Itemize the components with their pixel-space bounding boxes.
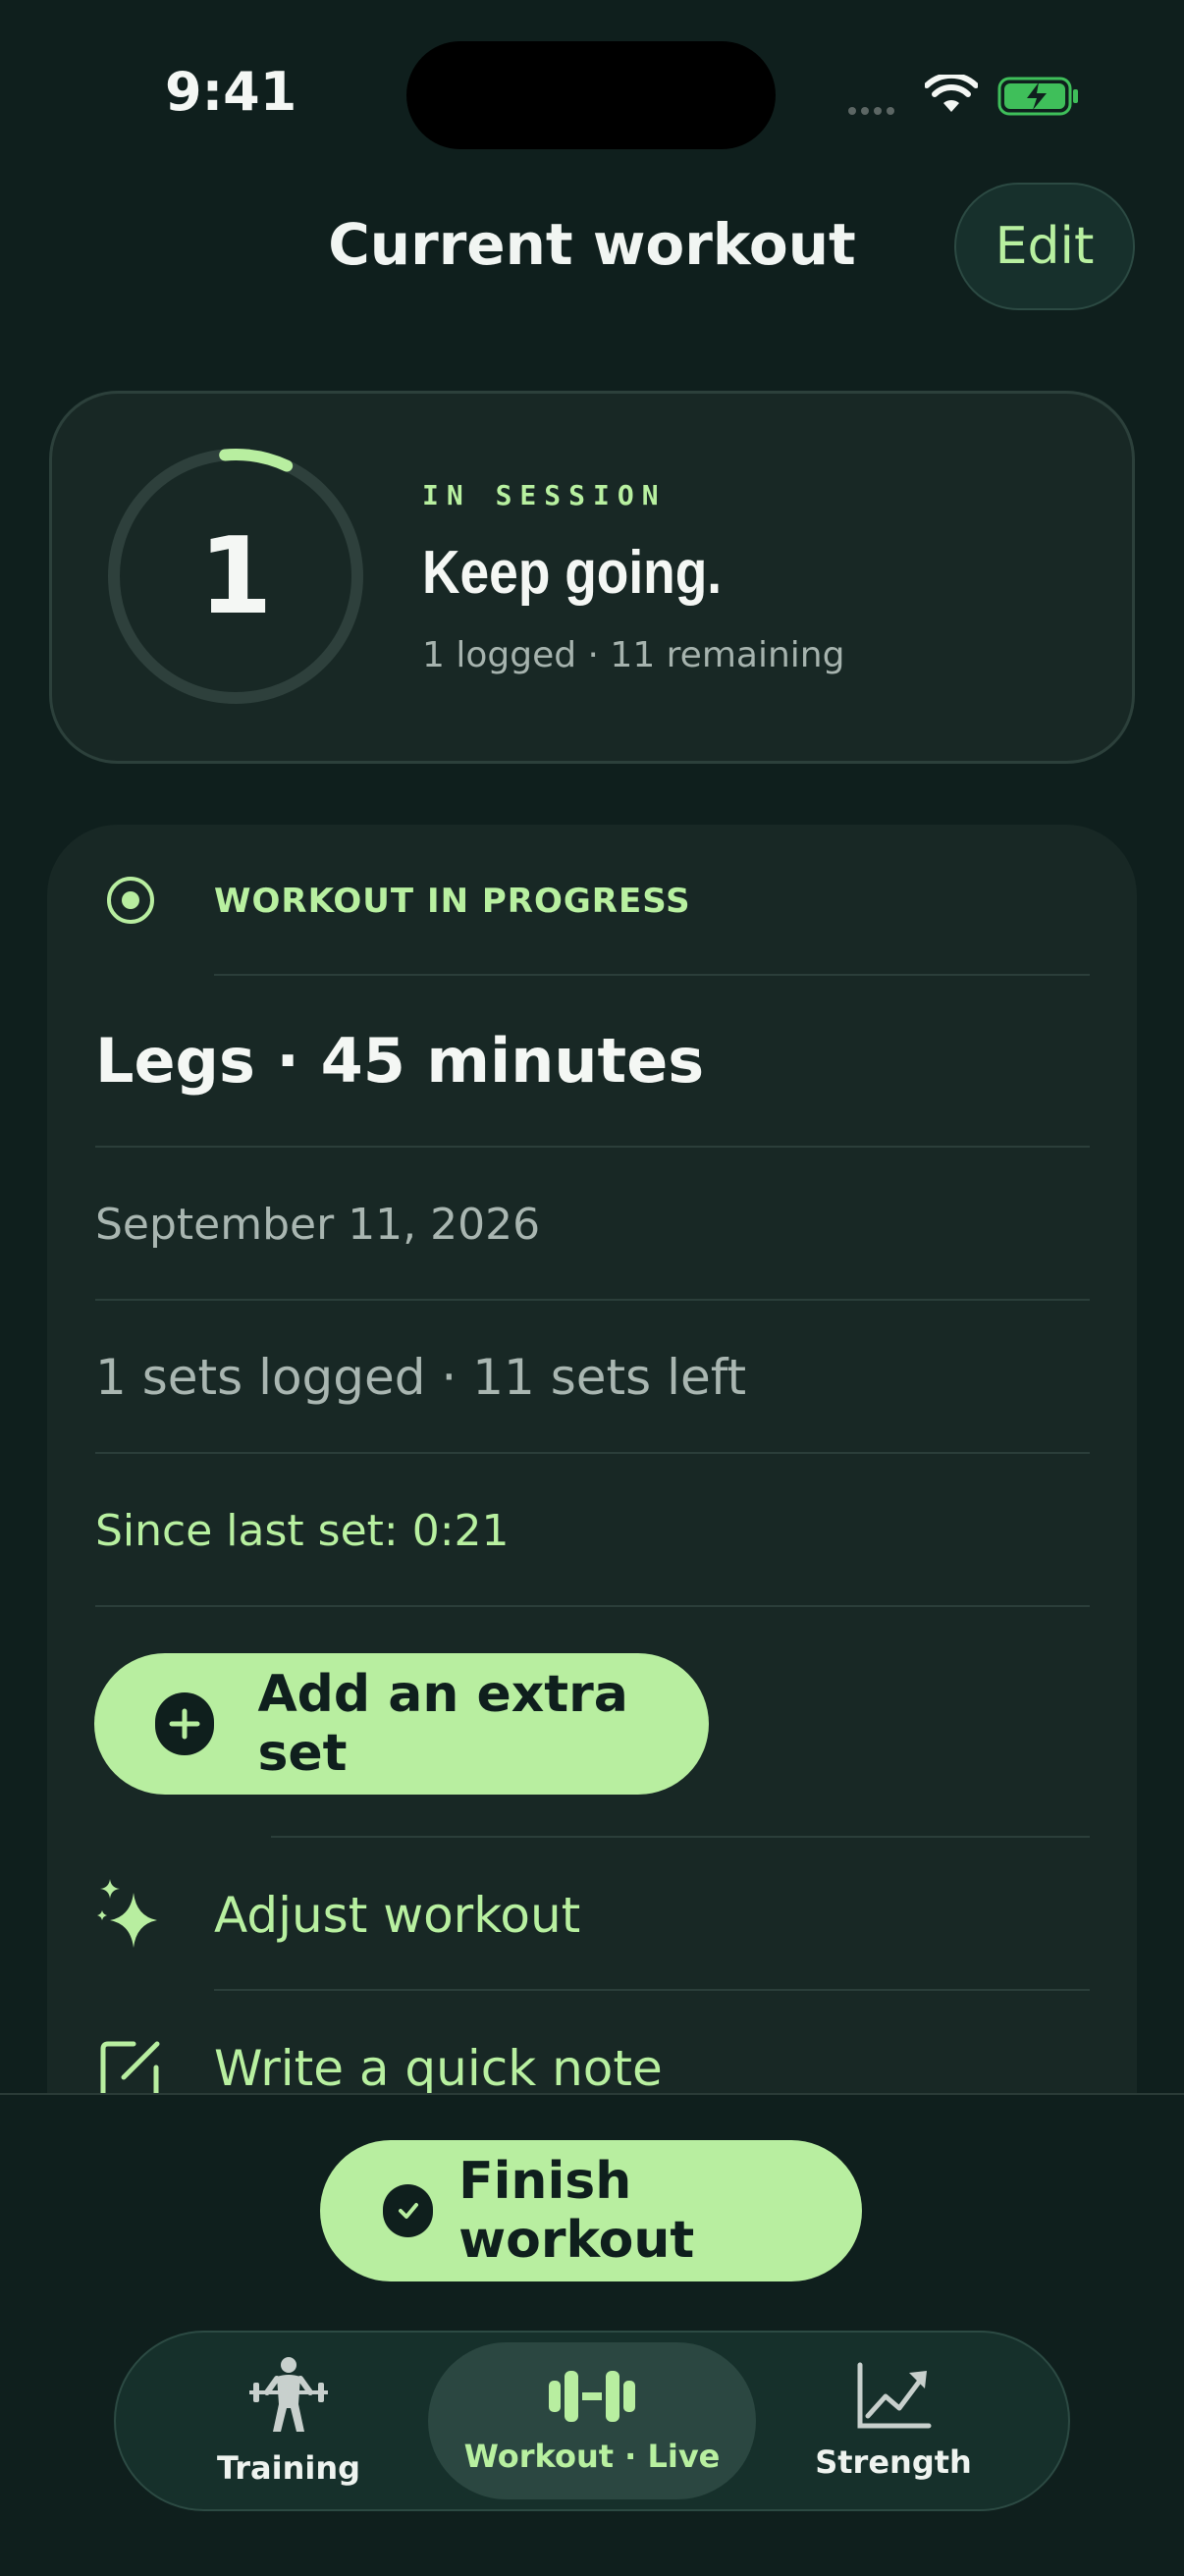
progress-count: 1 <box>198 514 273 638</box>
workout-status: WORKOUT IN PROGRESS <box>214 882 691 921</box>
session-headline: Keep going. <box>422 539 723 607</box>
workout-title: Legs · 45 minutes <box>95 1025 705 1097</box>
sparkle-icon[interactable] <box>96 1875 161 1950</box>
rest-timer: Since last set: 0:21 <box>95 1506 510 1556</box>
session-eyebrow: IN SESSION <box>422 479 667 511</box>
divider <box>95 1605 1090 1607</box>
add-extra-set-label: Add an extra set <box>257 1665 628 1783</box>
divider <box>214 1989 1090 1991</box>
finish-workout-button[interactable]: Finish workout <box>320 2140 862 2281</box>
tab-workout-live[interactable]: Workout · Live <box>428 2342 756 2499</box>
divider <box>214 974 1090 976</box>
workout-date: September 11, 2026 <box>95 1200 541 1250</box>
edit-button[interactable]: Edit <box>954 183 1135 310</box>
tab-strength[interactable]: Strength <box>776 2342 1011 2499</box>
session-summary: 1 logged · 11 remaining <box>422 635 845 675</box>
divider <box>95 1299 1090 1301</box>
sets-summary: 1 sets logged · 11 sets left <box>95 1349 747 1406</box>
tab-training-label: Training <box>216 2449 361 2487</box>
divider <box>95 1452 1090 1454</box>
adjust-workout-link[interactable]: Adjust workout <box>214 1887 580 1944</box>
cellular-signal-icon <box>848 102 899 120</box>
dynamic-island <box>406 41 776 149</box>
tab-strength-label: Strength <box>815 2443 972 2481</box>
target-icon <box>107 877 154 924</box>
divider <box>95 1146 1090 1148</box>
chart-trend-icon <box>857 2362 932 2429</box>
write-note-link[interactable]: Write a quick note <box>214 2040 663 2097</box>
divider <box>271 1836 1090 1838</box>
wifi-icon <box>925 75 978 112</box>
plus-icon <box>155 1692 215 1755</box>
checkmark-icon <box>383 2184 434 2237</box>
tab-workout-live-label: Workout · Live <box>463 2438 721 2475</box>
add-extra-set-button[interactable]: Add an extra set <box>94 1653 709 1795</box>
compose-note-icon[interactable] <box>98 2036 163 2101</box>
finish-workout-label: Finish workout <box>458 2152 695 2270</box>
status-time: 9:41 <box>165 61 297 123</box>
dumbbell-icon <box>549 2371 635 2422</box>
tab-training[interactable]: Training <box>173 2342 404 2499</box>
weightlifter-icon <box>249 2357 328 2432</box>
battery-charging-icon <box>997 77 1078 116</box>
